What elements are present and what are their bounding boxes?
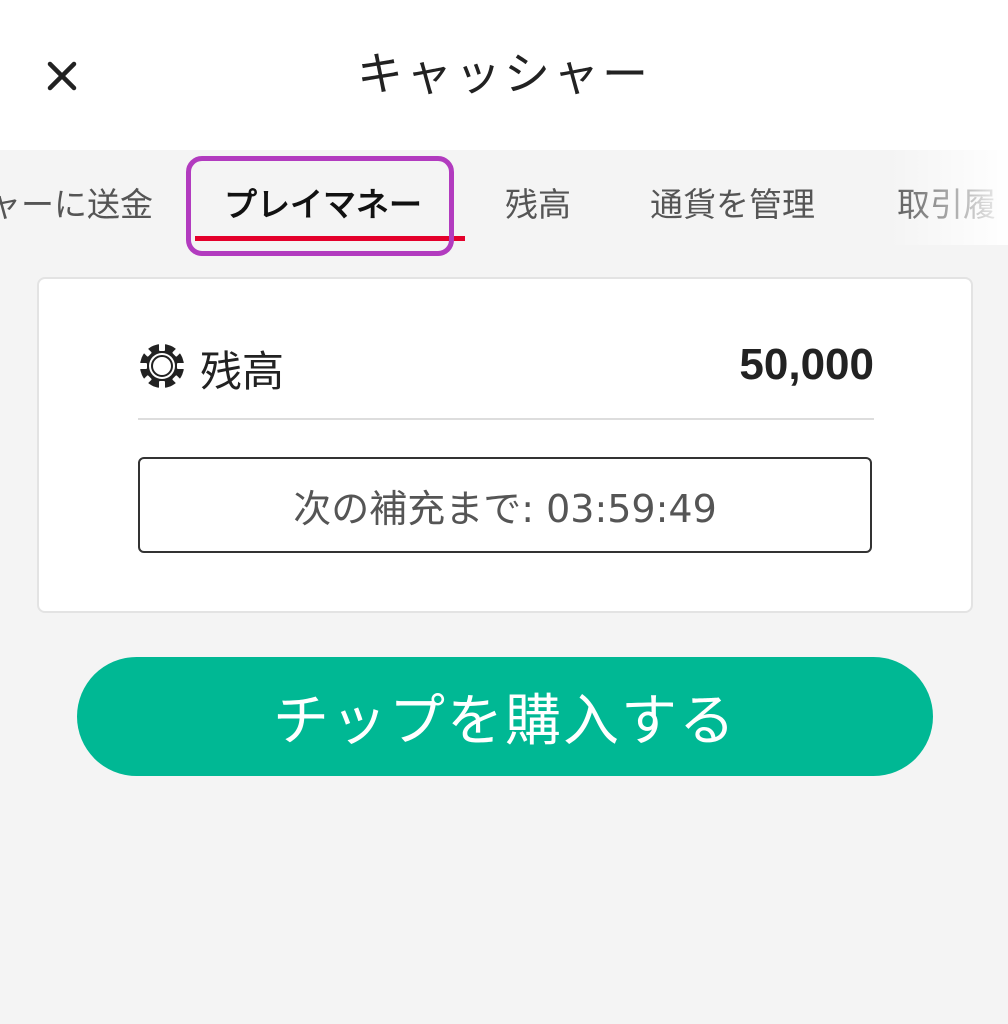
balance-card xyxy=(37,277,973,613)
active-tab-indicator xyxy=(195,236,465,241)
tab-manage-currency[interactable]: 通貨を管理 xyxy=(650,178,815,226)
divider xyxy=(138,418,874,420)
tab-balance[interactable]: 残高 xyxy=(505,178,571,226)
balance-row: 残高 50,000 xyxy=(138,332,874,402)
balance-value: 50,000 xyxy=(739,340,874,389)
tab-bar: ャーに送金 プレイマネー 残高 通貨を管理 取引履 xyxy=(0,150,1008,250)
page-title: キャッシャー xyxy=(357,47,651,101)
balance-label: 残高 xyxy=(200,347,285,396)
tab-play-money[interactable]: プレイマネー xyxy=(224,178,422,226)
tab-transaction-history[interactable]: 取引履 xyxy=(897,178,996,226)
poker-chip-icon xyxy=(139,343,185,389)
buy-chips-button[interactable]: チップを購入する xyxy=(77,657,933,776)
refill-timer: 次の補充まで: 03:59:49 xyxy=(138,457,872,553)
header-bar: キャッシャー xyxy=(0,0,1008,150)
tab-send-to-player[interactable]: ャーに送金 xyxy=(0,178,153,226)
